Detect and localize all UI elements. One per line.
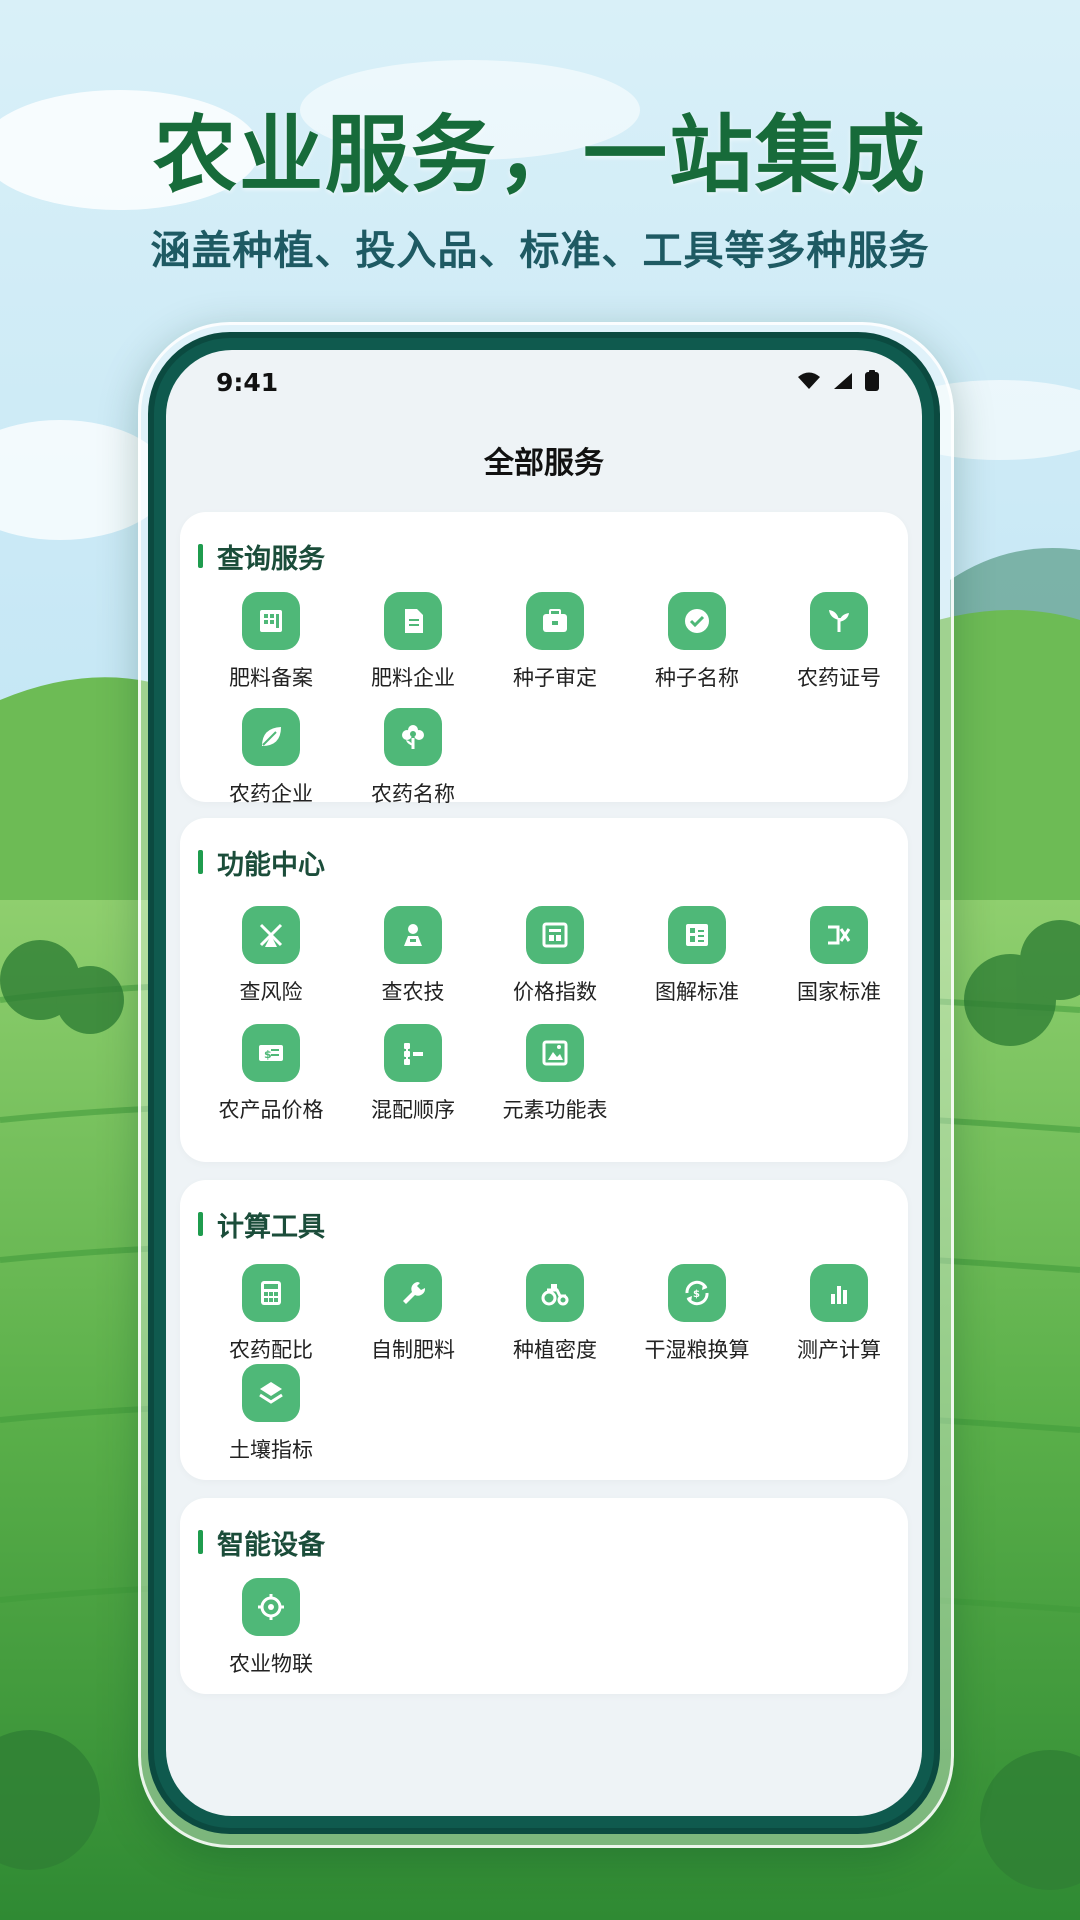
function-label: 元素功能表 [502, 1098, 608, 1122]
tractor-icon [526, 1264, 584, 1322]
tool-item[interactable]: 测产计算 [768, 1264, 910, 1376]
device-label: 农业物联 [229, 1652, 313, 1676]
status-time: 9:41 [216, 368, 279, 397]
hero-subtitle: 涵盖种植、投入品、标准、工具等多种服务 [150, 228, 930, 274]
svg-text:$: $ [264, 1048, 272, 1061]
tool-label: 种植密度 [513, 1338, 597, 1362]
service-label: 肥料企业 [371, 666, 455, 690]
national-standard-icon [810, 906, 868, 964]
service-item[interactable]: 农药企业 [200, 708, 342, 820]
layers-icon [242, 1364, 300, 1422]
sprout-icon [810, 592, 868, 650]
section-title: 计算工具 [198, 1208, 325, 1243]
leaf-icon [242, 708, 300, 766]
service-item[interactable]: 种子审定 [484, 592, 626, 704]
signal-icon [834, 373, 852, 389]
function-label: 国家标准 [797, 980, 881, 1004]
function-item[interactable]: 价格指数 [484, 906, 626, 1018]
section-title: 查询服务 [198, 540, 325, 575]
function-label: 查农技 [381, 980, 445, 1004]
page-title: 全部服务 [484, 446, 604, 481]
function-label: 农产品价格 [218, 1098, 324, 1122]
device-item[interactable]: 农业物联 [200, 1578, 342, 1690]
flower-icon [384, 708, 442, 766]
status-icons [796, 370, 880, 392]
illustrated-standard-icon [668, 906, 726, 964]
tool-item[interactable]: 自制肥料 [342, 1264, 484, 1376]
wifi-icon [798, 372, 820, 389]
section-title: 功能中心 [198, 846, 325, 881]
status-bar: 9:41 [166, 350, 922, 420]
function-label: 价格指数 [513, 980, 597, 1004]
function-item[interactable]: 图解标准 [626, 906, 768, 1018]
tool-item[interactable]: 土壤指标 [200, 1364, 342, 1476]
building-icon [242, 592, 300, 650]
function-item[interactable]: $ 农产品价格 [200, 1024, 342, 1136]
tool-label: 自制肥料 [371, 1338, 455, 1362]
section-smart-devices: 智能设备 农业物联 [180, 1498, 908, 1694]
service-item[interactable]: 肥料备案 [200, 592, 342, 704]
tool-item[interactable]: 农药配比 [200, 1264, 342, 1376]
service-item[interactable]: 农药名称 [342, 708, 484, 820]
battery-icon [865, 370, 879, 391]
calculator-icon [242, 1264, 300, 1322]
price-index-icon [526, 906, 584, 964]
wrench-icon [384, 1264, 442, 1322]
service-label: 肥料备案 [229, 666, 313, 690]
function-item[interactable]: 查风险 [200, 906, 342, 1018]
document-icon [384, 592, 442, 650]
briefcase-icon [526, 592, 584, 650]
service-label: 农药名称 [371, 782, 455, 806]
bar-chart-icon [810, 1264, 868, 1322]
tool-label: 土壤指标 [229, 1438, 313, 1462]
hero-title: 农业服务，一站集成 [152, 106, 927, 204]
phone-screen: 9:41 全部服务 查询服务 肥料备案 肥料企业 种子审定 种子名称 农药证号 … [166, 350, 922, 1816]
function-item[interactable]: 元素功能表 [484, 1024, 626, 1136]
verified-badge-icon [668, 592, 726, 650]
tool-item[interactable]: $ 干湿粮换算 [626, 1264, 768, 1376]
tool-item[interactable]: 种植密度 [484, 1264, 626, 1376]
tool-label: 农药配比 [229, 1338, 313, 1362]
risk-icon [242, 906, 300, 964]
service-item[interactable]: 种子名称 [626, 592, 768, 704]
function-item[interactable]: 国家标准 [768, 906, 910, 1018]
service-item[interactable]: 农药证号 [768, 592, 910, 704]
section-calc-tools: 计算工具 农药配比 自制肥料 种植密度 $ 干湿粮换算 测产计算 土壤指标 [180, 1180, 908, 1480]
price-tag-icon: $ [242, 1024, 300, 1082]
service-label: 农药企业 [229, 782, 313, 806]
function-label: 查风险 [239, 980, 303, 1004]
service-label: 种子审定 [513, 666, 597, 690]
section-function-center: 功能中心 查风险 查农技 价格指数 图解标准 国家标准 $ 农产品价格 混配顺序… [180, 818, 908, 1162]
tool-label: 干湿粮换算 [644, 1338, 750, 1362]
svg-text:$: $ [693, 1289, 700, 1300]
function-item[interactable]: 查农技 [342, 906, 484, 1018]
farm-tech-icon [384, 906, 442, 964]
iot-chip-icon [242, 1578, 300, 1636]
section-query-services: 查询服务 肥料备案 肥料企业 种子审定 种子名称 农药证号 农药企业 农药名称 [180, 512, 910, 806]
tool-label: 测产计算 [797, 1338, 881, 1362]
service-label: 种子名称 [655, 666, 739, 690]
service-item[interactable]: 肥料企业 [342, 592, 484, 704]
image-table-icon [526, 1024, 584, 1082]
function-label: 混配顺序 [371, 1098, 455, 1122]
exchange-icon: $ [668, 1264, 726, 1322]
section-title: 智能设备 [198, 1526, 325, 1561]
function-item[interactable]: 混配顺序 [342, 1024, 484, 1136]
function-label: 图解标准 [655, 980, 739, 1004]
service-label: 农药证号 [797, 666, 881, 690]
list-order-icon [384, 1024, 442, 1082]
